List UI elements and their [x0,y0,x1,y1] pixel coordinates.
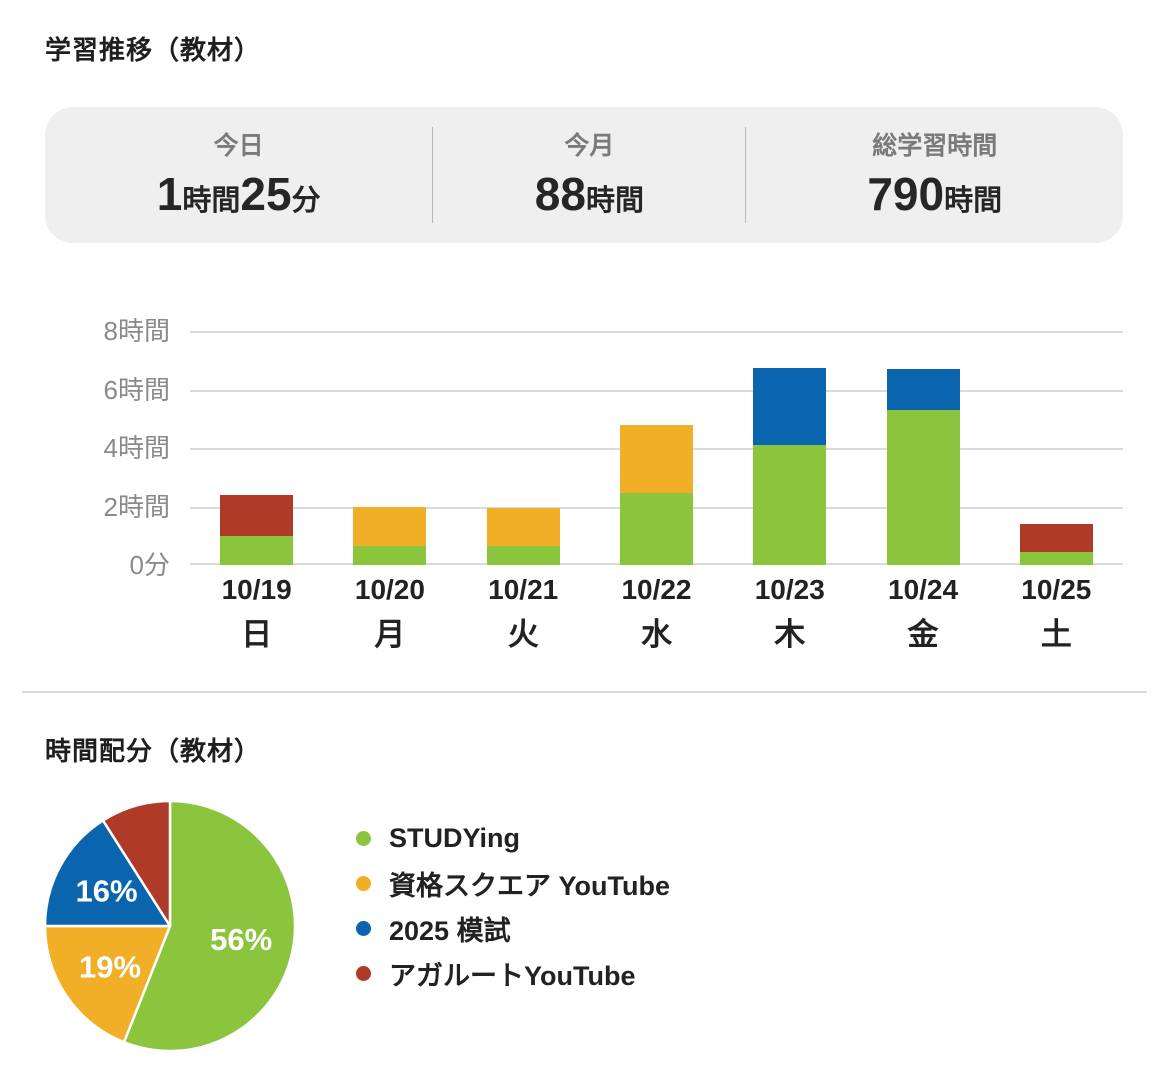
weekday-label: 木 [774,617,806,652]
bar-slot [990,331,1123,565]
x-axis-label: 10/25 土 [990,574,1123,654]
x-axis-label: 10/22 水 [590,574,723,654]
bar-slot [856,331,989,565]
stat-today: 今日 1時間25分 [45,107,432,243]
date-label: 10/21 [488,574,559,605]
page-title: 学習推移（教材） [45,35,262,65]
legend-color-dot [356,831,371,846]
stat-total: 総学習時間 790時間 [746,107,1123,243]
stacked-bar [886,369,960,565]
pie-percent-label: 19% [79,949,141,984]
bar-segment [486,507,560,546]
stacked-bar [753,367,827,565]
bar-slot [723,331,856,565]
legend-item: 資格スクエア YouTube [356,861,670,906]
pie-legend: STUDYing 資格スクエア YouTube 2025 模試アガルートYouTub… [356,816,670,996]
weekday-label: 金 [907,617,939,652]
weekday-label: 土 [1040,617,1072,652]
weekday-label: 日 [241,617,273,652]
section-divider [22,691,1147,693]
bar-segment [486,546,560,565]
stat-this-month-label: 今月 [564,132,615,160]
stacked-bar [220,494,294,565]
stat-total-label: 総学習時間 [872,132,998,160]
bar-segment [1019,551,1093,565]
stat-this-month: 今月 88時間 [433,107,745,243]
legend-label: 2025 模試 [389,916,511,946]
allocation-title: 時間配分（教材） [45,736,262,766]
bar-segment [619,493,693,565]
x-axis-label: 10/23 木 [723,574,856,654]
stacked-bar [486,507,560,565]
y-axis-label: 2時間 [103,491,170,522]
legend-label: STUDYing [389,823,520,853]
legend-label: アガルートYouTube [389,961,636,991]
bar-slot [590,331,723,565]
weekday-label: 水 [640,617,672,652]
x-axis-label: 10/19 日 [190,574,323,654]
legend-color-dot [356,876,371,891]
bar-chart-x-axis: 10/19 日 10/20 月 10/21 火 10/22 水 10/23 木 10/24 金 10/2… [190,574,1123,654]
bar-segment [619,424,693,494]
bar-slot [323,331,456,565]
date-label: 10/23 [754,574,825,605]
bar-chart: 0分 2時間 4時間 6時間 8時間 [104,316,1123,580]
legend-color-dot [356,921,371,936]
stat-today-value: 1時間25分 [156,168,321,220]
bar-segment [753,367,827,446]
legend-label: 資格スクエア YouTube [389,871,670,901]
legend-item: アガルートYouTube [356,951,670,996]
date-label: 10/22 [621,574,692,605]
date-label: 10/20 [354,574,425,605]
stacked-bar [619,424,693,565]
bars-container [190,331,1123,565]
date-label: 10/25 [1021,574,1092,605]
stat-total-value: 790時間 [867,168,1003,220]
bar-slot [457,331,590,565]
weekday-label: 月 [374,617,406,652]
date-label: 10/24 [888,574,959,605]
stat-this-month-value: 88時間 [534,168,644,220]
legend-item: 2025 模試 [356,906,670,951]
y-axis-label: 4時間 [103,433,170,463]
bar-segment [886,409,960,565]
bar-segment [753,445,827,565]
legend-item: STUDYing [356,816,670,861]
y-axis-label: 6時間 [103,374,170,405]
x-axis-label: 10/21 火 [457,574,590,654]
stacked-bar [353,506,427,565]
bar-segment [353,546,427,565]
bar-segment [353,506,427,546]
x-axis-label: 10/20 月 [323,574,456,654]
y-axis-label: 0分 [129,550,170,580]
pie-chart: 56% 19% 16% [43,799,297,1053]
bar-segment [886,369,960,410]
date-label: 10/19 [221,574,292,605]
bar-segment [1019,524,1093,552]
pie-percent-label: 16% [75,874,137,909]
bar-slot [190,331,323,565]
pie-percent-label: 56% [210,922,272,957]
x-axis-label: 10/24 金 [856,574,989,654]
stacked-bar [1019,524,1093,565]
bar-segment [220,494,294,536]
bar-segment [220,535,294,565]
stat-today-label: 今日 [213,132,264,160]
y-axis-label: 8時間 [103,316,170,346]
legend-color-dot [356,966,371,981]
weekday-label: 火 [507,617,539,652]
stats-summary-card: 今日 1時間25分 今月 88時間 総学習時間 790時間 [45,107,1123,243]
